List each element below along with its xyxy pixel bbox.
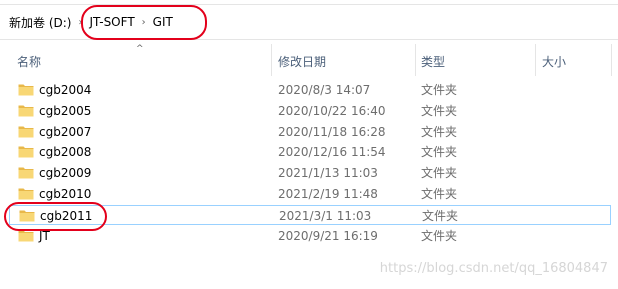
watermark-text: https://blog.csdn.net/qq_16804847 [379,261,608,276]
column-divider[interactable] [271,44,272,76]
breadcrumb-item-drive[interactable]: 新加卷 (D:) [9,14,71,31]
file-type: 文件夹 [421,166,458,181]
column-divider[interactable] [611,44,612,76]
file-row[interactable]: cgb2005 2020/10/22 16:40 文件夹 [9,101,611,121]
folder-icon [18,167,34,179]
file-row[interactable]: cgb2010 2021/2/19 11:48 文件夹 [9,184,611,204]
folder-icon [18,105,34,117]
file-modified-date: 2020/11/18 16:28 [278,124,386,139]
file-type: 文件夹 [421,228,458,243]
file-type: 文件夹 [421,103,458,118]
column-header-type[interactable]: 类型 [421,52,445,72]
file-modified-date: 2020/12/16 11:54 [278,145,386,160]
file-row[interactable]: cgb2011 2021/3/1 11:03 文件夹 [9,204,611,225]
folder-icon [19,210,35,222]
file-type: 文件夹 [421,124,458,139]
file-name: cgb2007 [39,124,92,139]
file-name: cgb2011 [40,208,93,223]
sort-ascending-icon: ^ [136,44,144,54]
address-bar[interactable]: 新加卷 (D:) › JT-SOFT › GIT [0,4,618,40]
column-divider[interactable] [535,44,536,76]
column-header-date[interactable]: 修改日期 [278,52,326,72]
file-type: 文件夹 [422,208,459,223]
file-name: cgb2008 [39,145,92,160]
file-modified-date: 2021/3/1 11:03 [279,208,372,223]
file-modified-date: 2020/10/22 16:40 [278,103,386,118]
file-name: cgb2010 [39,187,92,201]
file-row[interactable]: cgb2009 2021/1/13 11:03 文件夹 [9,163,611,183]
file-name: cgb2004 [39,83,92,97]
file-modified-date: 2021/1/13 11:03 [278,166,378,181]
file-row[interactable]: cgb2007 2020/11/18 16:28 文件夹 [9,122,611,142]
file-name: cgb2009 [39,166,92,181]
column-header-name[interactable]: 名称 [17,52,41,72]
folder-icon [18,230,34,242]
breadcrumb-item-git[interactable]: GIT [153,15,173,29]
file-type: 文件夹 [421,83,458,97]
file-row[interactable]: JT 2020/9/21 16:19 文件夹 [9,226,611,246]
file-type: 文件夹 [421,187,458,201]
file-row[interactable]: cgb2008 2020/12/16 11:54 文件夹 [9,142,611,162]
file-explorer-window: 新加卷 (D:) › JT-SOFT › GIT ^ 名称 修改日期 类型 大小… [0,0,618,289]
file-name: JT [39,228,50,243]
file-name: cgb2005 [39,103,92,118]
breadcrumb-item-jt-soft[interactable]: JT-SOFT [89,15,134,29]
file-row[interactable]: cgb2004 2020/8/3 14:07 文件夹 [9,80,611,100]
file-type: 文件夹 [421,145,458,160]
folder-icon [18,188,34,200]
file-modified-date: 2020/9/21 16:19 [278,228,378,243]
folder-icon [18,146,34,158]
column-header-row: ^ 名称 修改日期 类型 大小 [0,44,618,76]
column-divider[interactable] [415,44,416,76]
chevron-right-icon[interactable]: › [138,17,150,28]
folder-icon [18,126,34,138]
column-header-size[interactable]: 大小 [542,52,566,72]
file-modified-date: 2021/2/19 11:48 [278,187,378,201]
folder-icon [18,84,34,96]
file-modified-date: 2020/8/3 14:07 [278,83,371,97]
chevron-right-icon[interactable]: › [74,17,86,28]
